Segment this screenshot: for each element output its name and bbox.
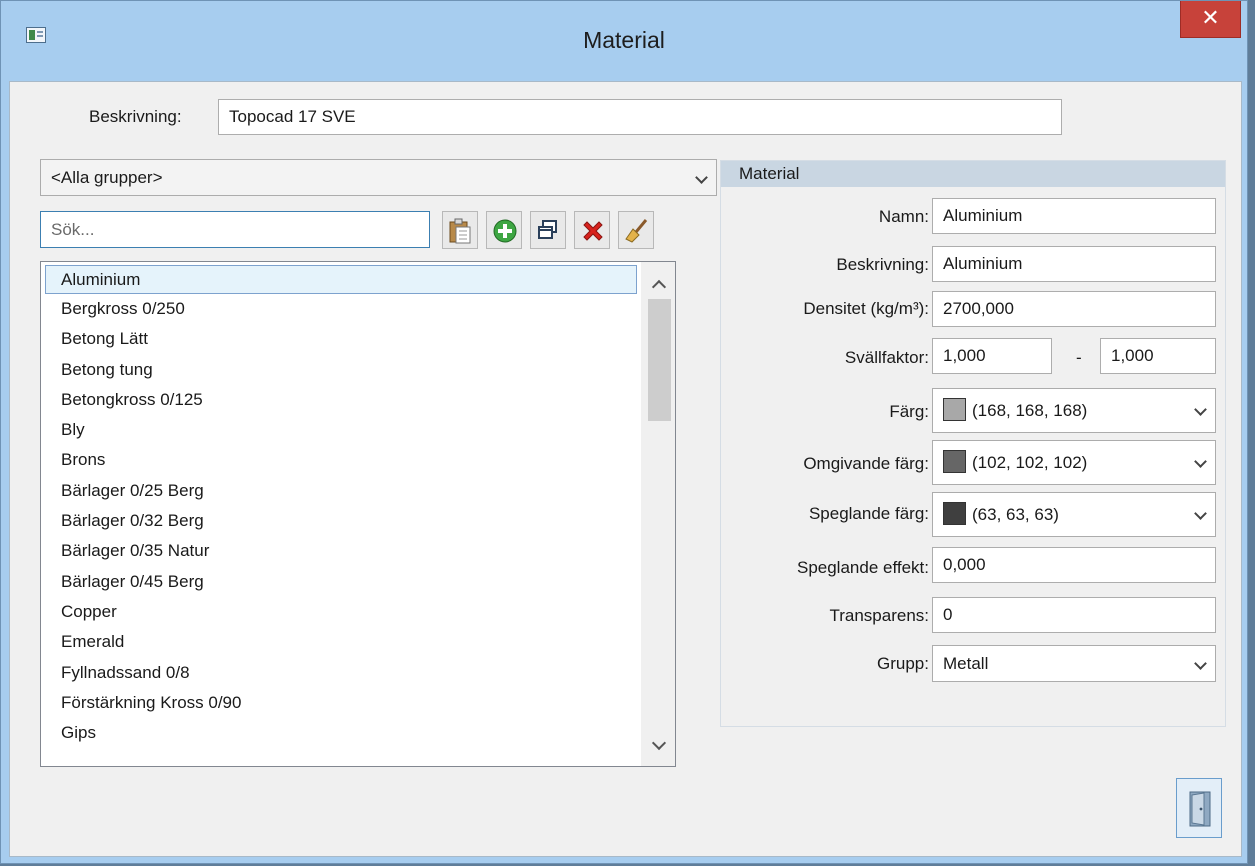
name-input[interactable]: Aluminium [932,198,1216,234]
material-dialog: Material ✕ Beskrivning: Topocad 17 SVE <… [0,0,1248,864]
broom-icon [625,219,648,243]
duplicate-icon [538,220,557,239]
materials-list-items: Aluminium Bergkross 0/250 Betong Lätt Beton… [41,262,675,748]
paste-icon [449,218,471,244]
specular-color-select[interactable]: (63, 63, 63) [932,492,1216,537]
list-item[interactable]: Bergkross 0/250 [41,294,675,324]
dialog-body: Beskrivning: Topocad 17 SVE <Alla gruppe… [9,81,1242,857]
color-value: (168, 168, 168) [972,401,1088,420]
list-item[interactable]: Bärlager 0/35 Natur [41,536,675,566]
color-label: Färg: [889,402,929,421]
specular-color-value: (63, 63, 63) [972,505,1059,524]
list-item[interactable]: Emerald [41,627,675,657]
search-input[interactable]: Sök... [40,211,430,248]
density-input[interactable]: 2700,000 [932,291,1216,327]
name-label: Namn: [878,207,929,226]
materials-list[interactable]: Aluminium Bergkross 0/250 Betong Lätt Beton… [40,261,676,767]
panel-header: Material [721,161,1225,187]
chevron-down-icon [1194,657,1207,670]
group-value: Metall [943,654,989,673]
ambient-color-select[interactable]: (102, 102, 102) [932,440,1216,485]
list-item[interactable]: Betong tung [41,355,675,385]
material-description-input[interactable]: Aluminium [932,246,1216,282]
specular-color-swatch [943,502,966,526]
paste-button[interactable] [442,211,478,249]
list-item[interactable]: Copper [41,597,675,627]
list-item[interactable]: Bärlager 0/45 Berg [41,567,675,597]
list-item[interactable]: Bärlager 0/25 Berg [41,476,675,506]
ambient-color-label: Omgivande färg: [803,454,929,473]
group-filter-select[interactable]: <Alla grupper> [40,159,717,196]
delete-icon [583,221,603,241]
scroll-down-icon[interactable] [651,735,667,751]
list-scrollbar[interactable] [641,262,675,766]
description-label: Beskrivning: [89,107,182,126]
exit-button[interactable] [1176,778,1222,838]
list-item[interactable]: Betong Lätt [41,324,675,354]
transparency-input[interactable]: 0 [932,597,1216,633]
list-item[interactable]: Fyllnadssand 0/8 [41,658,675,688]
color-swatch [943,398,966,422]
specular-effect-label: Speglande effekt: [796,558,929,577]
add-button[interactable] [486,211,522,249]
specular-effect-input[interactable]: 0,000 [932,547,1216,583]
chevron-down-icon [1194,455,1207,468]
delete-button[interactable] [574,211,610,249]
scroll-up-icon[interactable] [651,279,667,295]
list-item[interactable]: Brons [41,445,675,475]
close-button[interactable]: ✕ [1180,1,1241,38]
ambient-color-swatch [943,450,966,474]
chevron-down-icon [1194,507,1207,520]
list-item[interactable]: Betongkross 0/125 [41,385,675,415]
list-item[interactable]: Gips [41,718,675,748]
group-filter-value: <Alla grupper> [51,168,163,187]
swell-min-input[interactable]: 1,000 [932,338,1052,374]
group-label: Grupp: [877,654,929,673]
transparency-label: Transparens: [829,606,929,625]
swell-separator: - [1076,348,1082,367]
material-description-label: Beskrivning: [836,255,929,274]
swell-max-input[interactable]: 1,000 [1100,338,1216,374]
title-bar: Material ✕ [1,1,1247,81]
window-title: Material [583,27,665,53]
group-select[interactable]: Metall [932,645,1216,682]
density-label: Densitet (kg/m³): [803,299,929,318]
chevron-down-icon [695,171,708,184]
scroll-thumb[interactable] [648,299,671,421]
swell-factor-label: Svällfaktor: [844,348,929,367]
list-item[interactable]: Förstärkning Kross 0/90 [41,688,675,718]
chevron-down-icon [1194,403,1207,416]
clear-button[interactable] [618,211,654,249]
add-icon [493,219,517,243]
ambient-color-value: (102, 102, 102) [972,453,1088,472]
specular-color-label: Speglande färg: [808,504,929,523]
color-select[interactable]: (168, 168, 168) [932,388,1216,433]
description-input[interactable]: Topocad 17 SVE [218,99,1062,135]
list-item[interactable]: Bärlager 0/32 Berg [41,506,675,536]
duplicate-button[interactable] [530,211,566,249]
list-item[interactable]: Aluminium [45,265,637,294]
door-exit-icon [1189,791,1211,827]
list-item[interactable]: Bly [41,415,675,445]
